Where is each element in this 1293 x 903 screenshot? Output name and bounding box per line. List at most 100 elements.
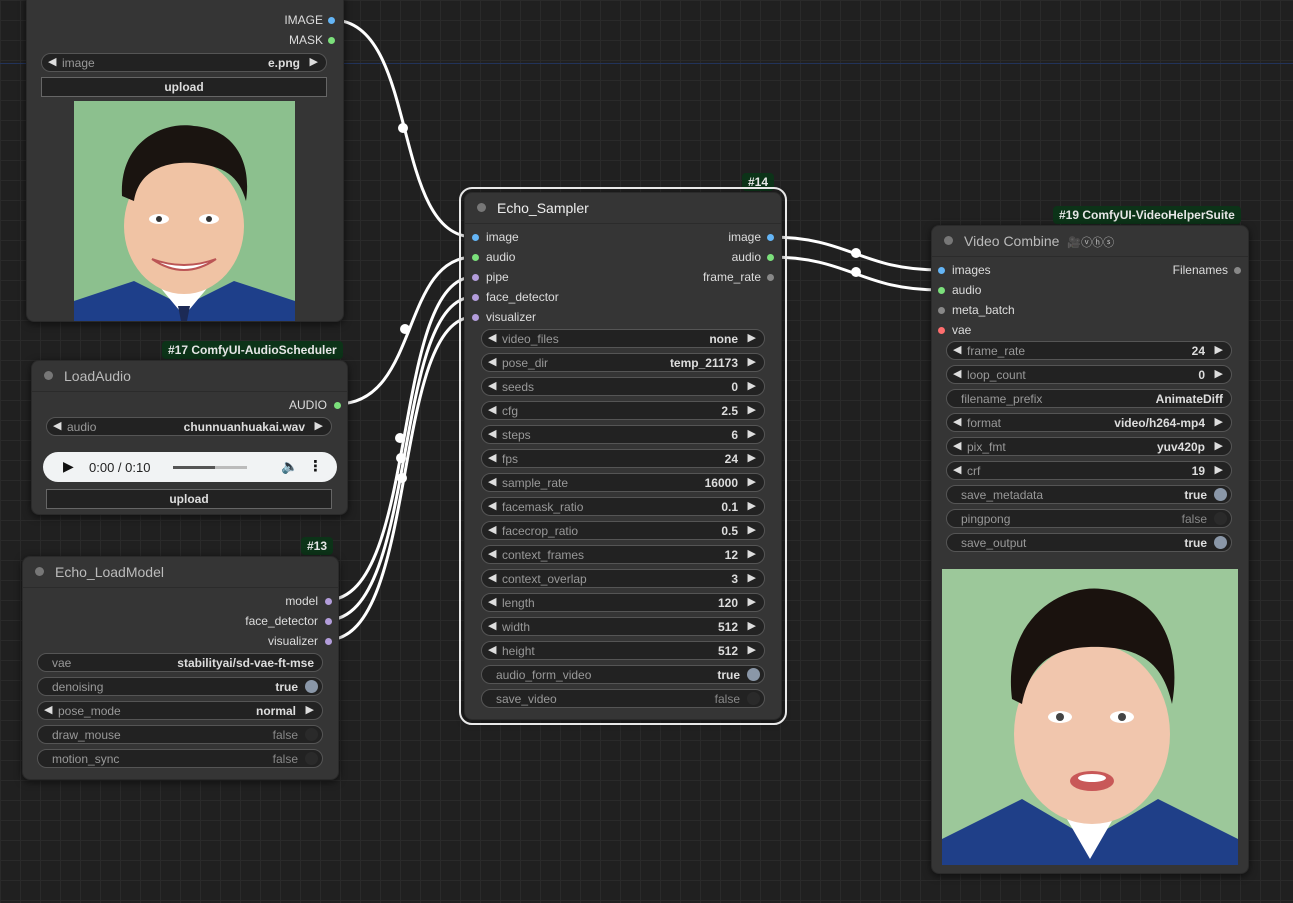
sampler-widget-width[interactable]: ◀ width 512 ▶ (481, 617, 765, 636)
arrow-right-icon[interactable]: ▶ (748, 403, 756, 416)
toggle-knob-icon[interactable] (305, 728, 318, 741)
upload-image-button[interactable]: upload (41, 77, 327, 97)
arrow-left-icon[interactable]: ◀ (488, 499, 496, 512)
arrow-right-icon[interactable]: ▶ (748, 451, 756, 464)
toggle-knob-icon[interactable] (305, 680, 318, 693)
sampler-widget-steps[interactable]: ◀ steps 6 ▶ (481, 425, 765, 444)
vc-widget-format[interactable]: ◀ format video/h264-mp4 ▶ (946, 413, 1232, 432)
arrow-left-icon[interactable]: ◀ (488, 571, 496, 584)
output-model-dot[interactable] (325, 598, 332, 605)
arrow-right-icon[interactable]: ▶ (748, 619, 756, 632)
collapse-dot-icon[interactable] (944, 236, 953, 245)
arrow-right-icon[interactable]: ▶ (748, 331, 756, 344)
sampler-widget-pose-dir[interactable]: ◀ pose_dir temp_21173 ▶ (481, 353, 765, 372)
input-visualizer-dot[interactable] (472, 314, 479, 321)
vc-widget-loop-count[interactable]: ◀ loop_count 0 ▶ (946, 365, 1232, 384)
arrow-left-icon[interactable]: ◀ (953, 367, 961, 380)
audio-combo[interactable]: ◀ audio chunnuanhuakai.wav ▶ (46, 417, 332, 436)
arrow-left-icon[interactable]: ◀ (488, 595, 496, 608)
sampler-widget-height[interactable]: ◀ height 512 ▶ (481, 641, 765, 660)
node-title-videocombine[interactable]: Video Combine 🎥ⓥⓗⓢ (932, 226, 1248, 257)
sampler-widget-audio-form-video[interactable]: audio_form_video true (481, 665, 765, 684)
sampler-widget-context-overlap[interactable]: ◀ context_overlap 3 ▶ (481, 569, 765, 588)
arrow-left-icon[interactable]: ◀ (488, 523, 496, 536)
collapse-dot-icon[interactable] (35, 567, 44, 576)
collapse-dot-icon[interactable] (44, 371, 53, 380)
output-audio-dot[interactable] (334, 402, 341, 409)
collapse-dot-icon[interactable] (477, 203, 486, 212)
sampler-widget-facemask-ratio[interactable]: ◀ facemask_ratio 0.1 ▶ (481, 497, 765, 516)
arrow-right-icon[interactable]: ▶ (748, 355, 756, 368)
sampler-widget-seeds[interactable]: ◀ seeds 0 ▶ (481, 377, 765, 396)
arrow-left-icon[interactable]: ◀ (953, 415, 961, 428)
arrow-left-icon[interactable]: ◀ (488, 643, 496, 656)
lm-widget-denoising[interactable]: denoising true (37, 677, 323, 696)
output-visualizer-dot[interactable] (325, 638, 332, 645)
video-preview[interactable] (942, 569, 1238, 865)
toggle-knob-icon[interactable] (1214, 512, 1227, 525)
output-image-dot[interactable] (767, 234, 774, 241)
arrow-right-icon[interactable]: ▶ (748, 475, 756, 488)
vc-widget-frame-rate[interactable]: ◀ frame_rate 24 ▶ (946, 341, 1232, 360)
vc-widget-save-output[interactable]: save_output true (946, 533, 1232, 552)
output-facedetector-dot[interactable] (325, 618, 332, 625)
node-title-loadaudio[interactable]: LoadAudio (32, 361, 347, 392)
input-images-dot[interactable] (938, 267, 945, 274)
lm-widget-motion-sync[interactable]: motion_sync false (37, 749, 323, 768)
output-frame-rate-dot[interactable] (767, 274, 774, 281)
input-audio-dot[interactable] (472, 254, 479, 261)
image-combo[interactable]: ◀ image e.png ▶ (41, 53, 327, 72)
input-audio-dot[interactable] (938, 287, 945, 294)
arrow-left-icon[interactable]: ◀ (44, 703, 52, 716)
audio-player[interactable]: ▶ 0:00 / 0:10 🔈 ⋮ (43, 452, 337, 482)
arrow-left-icon[interactable]: ◀ (488, 355, 496, 368)
sampler-widget-fps[interactable]: ◀ fps 24 ▶ (481, 449, 765, 468)
arrow-right-icon[interactable]: ▶ (748, 547, 756, 560)
arrow-left-icon[interactable]: ◀ (488, 331, 496, 344)
vc-widget-save-metadata[interactable]: save_metadata true (946, 485, 1232, 504)
arrow-right-icon[interactable]: ▶ (748, 379, 756, 392)
arrow-right-icon[interactable]: ▶ (748, 499, 756, 512)
arrow-right-icon[interactable]: ▶ (1215, 415, 1223, 428)
input-face-detector-dot[interactable] (472, 294, 479, 301)
toggle-knob-icon[interactable] (305, 752, 318, 765)
node-title-sampler[interactable]: Echo_Sampler (465, 193, 781, 224)
sampler-widget-sample-rate[interactable]: ◀ sample_rate 16000 ▶ (481, 473, 765, 492)
arrow-right-icon[interactable]: ▶ (315, 419, 323, 432)
output-filenames-dot[interactable] (1234, 267, 1241, 274)
arrow-right-icon[interactable]: ▶ (748, 427, 756, 440)
arrow-left-icon[interactable]: ◀ (488, 619, 496, 632)
arrow-right-icon[interactable]: ▶ (1215, 439, 1223, 452)
echo-sampler-node[interactable]: Echo_Sampler image audio pipe face_detector… (459, 187, 787, 725)
vc-widget-pix-fmt[interactable]: ◀ pix_fmt yuv420p ▶ (946, 437, 1232, 456)
input-meta-batch-dot[interactable] (938, 307, 945, 314)
sampler-widget-length[interactable]: ◀ length 120 ▶ (481, 593, 765, 612)
arrow-left-icon[interactable]: ◀ (48, 55, 56, 68)
arrow-left-icon[interactable]: ◀ (488, 547, 496, 560)
arrow-right-icon[interactable]: ▶ (1215, 343, 1223, 356)
output-audio-dot[interactable] (767, 254, 774, 261)
arrow-left-icon[interactable]: ◀ (488, 451, 496, 464)
play-icon[interactable]: ▶ (63, 458, 74, 475)
input-pipe-dot[interactable] (472, 274, 479, 281)
lm-widget-vae[interactable]: vae stabilityai/sd-vae-ft-mse (37, 653, 323, 672)
arrow-right-icon[interactable]: ▶ (1215, 463, 1223, 476)
sampler-widget-context-frames[interactable]: ◀ context_frames 12 ▶ (481, 545, 765, 564)
vc-widget-pingpong[interactable]: pingpong false (946, 509, 1232, 528)
audio-progress-track[interactable] (173, 466, 247, 469)
arrow-right-icon[interactable]: ▶ (306, 703, 314, 716)
lm-widget-draw-mouse[interactable]: draw_mouse false (37, 725, 323, 744)
arrow-right-icon[interactable]: ▶ (310, 55, 318, 68)
lm-widget-pose-mode[interactable]: ◀ pose_mode normal ▶ (37, 701, 323, 720)
upload-audio-button[interactable]: upload (46, 489, 332, 509)
arrow-left-icon[interactable]: ◀ (53, 419, 61, 432)
sampler-widget-save-video[interactable]: save_video false (481, 689, 765, 708)
video-combine-node[interactable]: Video Combine 🎥ⓥⓗⓢ images audio meta_batch… (931, 225, 1249, 874)
sampler-widget-video-files[interactable]: ◀ video_files none ▶ (481, 329, 765, 348)
toggle-knob-icon[interactable] (747, 692, 760, 705)
volume-icon[interactable]: 🔈 (281, 458, 298, 475)
arrow-left-icon[interactable]: ◀ (488, 427, 496, 440)
input-vae-dot[interactable] (938, 327, 945, 334)
arrow-left-icon[interactable]: ◀ (488, 379, 496, 392)
arrow-left-icon[interactable]: ◀ (488, 475, 496, 488)
